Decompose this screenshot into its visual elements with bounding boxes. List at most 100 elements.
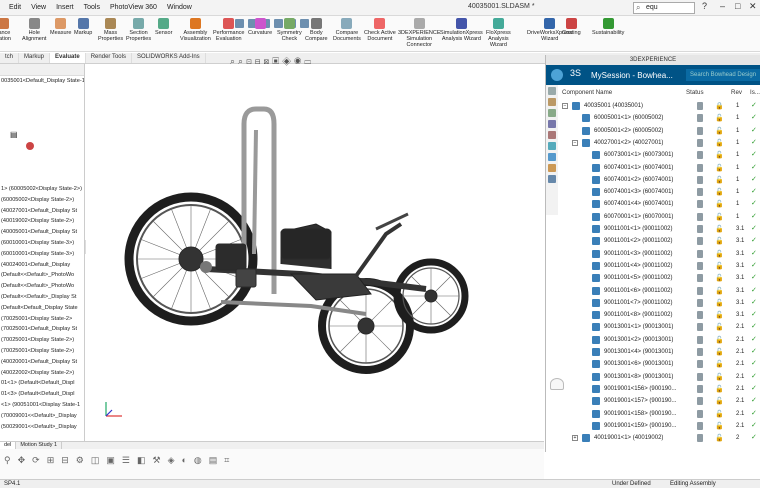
expand-toggle-icon[interactable]: −	[572, 139, 578, 146]
ribbon-button[interactable]: Symmetry Check	[277, 18, 302, 42]
expand-toggle-icon[interactable]: −	[562, 103, 568, 109]
ribbon-button[interactable]: SimulationXpress Analysis Wizard	[440, 18, 483, 42]
tree-node[interactable]: (70025001<Default_Display St	[0, 324, 84, 335]
hide-icon[interactable]: ◍	[194, 455, 202, 466]
column-rev[interactable]: Rev	[731, 89, 742, 96]
ribbon-button[interactable]: Performance Evaluation	[213, 18, 245, 42]
component-row[interactable]: 90013001<2> (90013001) 🔓 2.1 ✓	[560, 334, 760, 346]
restore-icon[interactable]: □	[735, 1, 740, 11]
explode-icon[interactable]: ⊞	[47, 455, 55, 466]
tree-node[interactable]: 1> (60005002<Display State-2>)	[0, 184, 84, 195]
component-row[interactable]: 90011001<8> (90011002) 🔓 3.1 ✓	[560, 309, 760, 321]
expand-toggle-icon[interactable]: +	[572, 435, 578, 442]
camera-icon[interactable]	[550, 378, 564, 390]
ribbon-button[interactable]: Measure	[50, 18, 71, 36]
column-status[interactable]: Status	[686, 89, 704, 96]
component-row[interactable]: −40027001<2> (40027001) 🔓 1 ✓	[560, 137, 760, 149]
tree-node[interactable]	[0, 108, 84, 119]
component-row[interactable]: 60074001<2> (60074001) 🔓 1 ✓	[560, 174, 760, 186]
tree-node[interactable]: (70025001<Display State-2>	[0, 314, 84, 325]
component-row[interactable]: 60074001<4> (60074001) 🔓 1 ✓	[560, 198, 760, 210]
tree-node[interactable]: 0035001<Default_Display State-1	[0, 76, 84, 87]
component-row[interactable]: 60074001<1> (60074001) 🔓 1 ✓	[560, 162, 760, 174]
ribbon-button[interactable]: rance uation	[0, 18, 11, 42]
column-is[interactable]: Is...	[750, 89, 760, 96]
lock-icon[interactable]: 🔓	[715, 433, 724, 445]
tab-render-tools[interactable]: Render Tools	[86, 53, 132, 63]
component-row[interactable]: 90011001<2> (90011002) 🔓 3.1 ✓	[560, 235, 760, 247]
tree-node[interactable]: (40019002<Display State-2>)	[0, 216, 84, 227]
rotate-icon[interactable]: ⟳	[32, 455, 40, 466]
view-toolbar[interactable]: ⌕⌕⊡⊟⊠▣◈◉▭	[230, 56, 314, 67]
component-row[interactable]: 90013001<8> (90013001) 🔓 2.1 ✓	[560, 371, 760, 383]
graphics-area[interactable]	[86, 64, 544, 444]
component-row[interactable]: 90019001<156> (900190... 🔓 2.1 ✓	[560, 383, 760, 395]
menu-item[interactable]: PhotoView 360	[105, 4, 162, 11]
ribbon-button[interactable]: Sensor	[155, 18, 172, 36]
tree-node[interactable]	[0, 119, 84, 130]
ribbon-button[interactable]: Compare Documents	[333, 18, 361, 42]
simulation-icon[interactable]: ⌗	[224, 455, 229, 466]
tree-node[interactable]: (Default<<Default>_PhotoWo	[0, 270, 84, 281]
ribbon-button[interactable]: Section Properties	[126, 18, 151, 42]
minimize-icon[interactable]: –	[720, 1, 725, 11]
tab-solidworks-add-ins[interactable]: SOLIDWORKS Add-Ins	[132, 53, 206, 63]
tree-node[interactable]: 01<1> (Default<Default_Displ	[0, 378, 84, 389]
component-row[interactable]: 60070001<1> (60070001) 🔓 1 ✓	[560, 211, 760, 223]
ribbon-button[interactable]: Check Active Document	[364, 18, 396, 42]
tree-node[interactable]	[0, 98, 84, 109]
tree-node[interactable]: (70025001<Display State-2>)	[0, 346, 84, 357]
component-row[interactable]: 90011001<7> (90011002) 🔓 3.1 ✓	[560, 297, 760, 309]
component-row[interactable]: 90019001<159> (900190... 🔓 2.1 ✓	[560, 420, 760, 432]
bom-icon[interactable]: ☰	[122, 455, 130, 466]
tree-node[interactable]: <1> (90051001<Display State-1	[0, 400, 84, 411]
tree-node[interactable]: (40024001<Default_Display	[0, 260, 84, 271]
study-icon[interactable]: ◧	[137, 455, 146, 466]
ribbon-button[interactable]: Sustainability	[592, 18, 624, 36]
tree-node[interactable]	[0, 87, 84, 98]
component-row[interactable]: +40019001<1> (40019002) 🔓 2 ✓	[560, 432, 760, 444]
component-row[interactable]: 90011001<3> (90011002) 🔓 3.1 ✓	[560, 248, 760, 260]
component-row[interactable]: −40035001 (40035001) 🔒 1 ✓	[560, 100, 760, 112]
smart-icon[interactable]: ◈	[168, 455, 175, 466]
bottom-tab[interactable]: del	[0, 442, 17, 449]
snapshot-icon[interactable]: ▣	[106, 455, 115, 466]
tab-tch[interactable]: tch	[0, 53, 20, 63]
assembly-feature-icon[interactable]: ⚙	[76, 455, 84, 466]
reference-icon[interactable]: ◫	[91, 455, 100, 466]
session-name[interactable]: MySession - Bowhea...	[591, 71, 673, 80]
tree-node[interactable]	[0, 162, 84, 173]
menu-item[interactable]: Edit	[4, 4, 26, 11]
tree-node[interactable]: (Default<<Default>_Display St	[0, 292, 84, 303]
component-row[interactable]: 60005001<2> (60005002) 🔓 1 ✓	[560, 125, 760, 137]
tree-node[interactable]: (50029001<<Default>_Display	[0, 422, 84, 433]
component-row[interactable]: 90011001<4> (90011002) 🔓 3.1 ✓	[560, 260, 760, 272]
tree-node[interactable]	[0, 173, 84, 184]
move-icon[interactable]: ✥	[18, 455, 26, 466]
component-row[interactable]: 90013001<6> (90013001) 🔓 2.1 ✓	[560, 358, 760, 370]
tree-node[interactable]: (Default<<Default>_PhotoWo	[0, 281, 84, 292]
tree-node[interactable]	[0, 141, 84, 152]
ribbon-button[interactable]: Hole Alignment	[22, 18, 46, 42]
component-row[interactable]: 60073001<1> (60073001) 🔓 1 ✓	[560, 149, 760, 161]
menu-item[interactable]: Window	[162, 4, 197, 11]
section-view-icon[interactable]: ◐	[181, 455, 186, 466]
ribbon-button[interactable]: Costing	[562, 18, 581, 36]
tree-icon[interactable]: ▤	[10, 130, 18, 139]
compass-icon[interactable]	[551, 69, 563, 81]
tree-node[interactable]: 01<3> (Default<Default_Displ	[0, 389, 84, 400]
ribbon-button[interactable]: Markup	[74, 18, 92, 36]
tree-node[interactable]: (Default<Default_Display State	[0, 303, 84, 314]
ribbon-button[interactable]: Body Compare	[305, 18, 328, 42]
tree-node[interactable]: (40005001<Default_Display St	[0, 227, 84, 238]
menu-item[interactable]: Tools	[79, 4, 105, 11]
design-search-input[interactable]: Search Bowhead Design	[686, 69, 760, 81]
ribbon-button[interactable]: 3DEXPERIENCE Simulation Connector	[398, 18, 441, 48]
tree-node[interactable]: (70009001<<Default>_Display	[0, 411, 84, 422]
search-input[interactable]: ⌕ equ	[633, 2, 695, 14]
pattern-icon[interactable]: ⊟	[61, 455, 69, 466]
component-row[interactable]: 90011001<6> (90011002) 🔓 3.1 ✓	[560, 285, 760, 297]
component-row[interactable]: 90011001<5> (90011002) 🔓 3.1 ✓	[560, 272, 760, 284]
component-row[interactable]: 60074001<3> (60074001) 🔓 1 ✓	[560, 186, 760, 198]
ribbon-button[interactable]: Curvature	[248, 18, 272, 36]
